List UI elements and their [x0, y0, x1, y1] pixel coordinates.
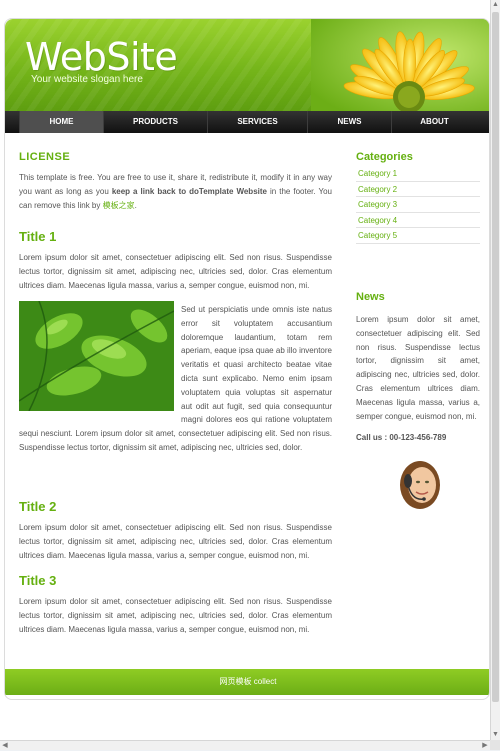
license-bold-text: keep a link back to doTemplate Website — [111, 186, 267, 196]
site-title[interactable]: WebSite — [25, 35, 178, 79]
category-link[interactable]: Category 4 — [356, 213, 480, 229]
section-title: Title 1 — [19, 229, 57, 244]
scroll-down-arrow-icon[interactable]: ▼ — [491, 730, 500, 740]
scroll-up-arrow-icon[interactable]: ▲ — [491, 0, 500, 10]
site-footer: 网页模板 collect — [5, 669, 489, 695]
license-text-part: . — [134, 200, 137, 210]
site-slogan: Your website slogan here — [31, 74, 143, 85]
category-link[interactable]: Category 5 — [356, 228, 480, 244]
nav-about[interactable]: ABOUT — [391, 111, 477, 133]
news-heading: News — [356, 291, 385, 303]
news-text: Lorem ipsum dolor sit amet, consectetuer… — [356, 315, 480, 421]
site-header: WebSite Your website slogan here — [5, 19, 489, 111]
categories-list: Category 1 Category 2 Category 3 Categor… — [356, 166, 480, 244]
support-agent-image — [386, 455, 450, 511]
page-container: WebSite Your website slogan here HOME PR… — [4, 18, 490, 700]
nav-news[interactable]: NEWS — [307, 111, 391, 133]
vertical-scrollbar[interactable]: ▲ ▼ — [490, 0, 500, 740]
nav-products[interactable]: PRODUCTS — [103, 111, 207, 133]
scrollbar-corner — [490, 740, 500, 750]
horizontal-scrollbar[interactable]: ◀ ▶ — [0, 740, 490, 750]
image-spacer — [19, 303, 181, 423]
section-title: Title 2 — [19, 499, 57, 514]
license-text: This template is free. You are free to u… — [19, 171, 332, 212]
categories-heading: Categories — [356, 151, 413, 163]
scrollbar-thumb[interactable] — [492, 12, 499, 702]
sunflower-image — [311, 19, 489, 111]
call-us-text: Call us : 00-123-456-789 — [356, 433, 447, 442]
category-link[interactable]: Category 2 — [356, 182, 480, 198]
section-paragraph: Lorem ipsum dolor sit amet, consectetuer… — [19, 597, 332, 634]
license-link[interactable]: 模板之家 — [103, 201, 135, 210]
browser-viewport: WebSite Your website slogan here HOME PR… — [0, 0, 500, 750]
main-nav: HOME PRODUCTS SERVICES NEWS ABOUT — [5, 111, 489, 133]
category-link[interactable]: Category 3 — [356, 197, 480, 213]
nav-home[interactable]: HOME — [19, 111, 103, 133]
license-heading: LICENSE — [19, 151, 71, 163]
nav-services[interactable]: SERVICES — [207, 111, 307, 133]
image-paragraph: Sed ut perspiciatis unde omnis iste natu… — [19, 303, 332, 455]
category-link[interactable]: Category 1 — [356, 166, 480, 182]
section-paragraph: Lorem ipsum dolor sit amet, consectetuer… — [19, 523, 332, 560]
section-title: Title 3 — [19, 573, 57, 588]
section-paragraph: Lorem ipsum dolor sit amet, consectetuer… — [19, 253, 332, 290]
